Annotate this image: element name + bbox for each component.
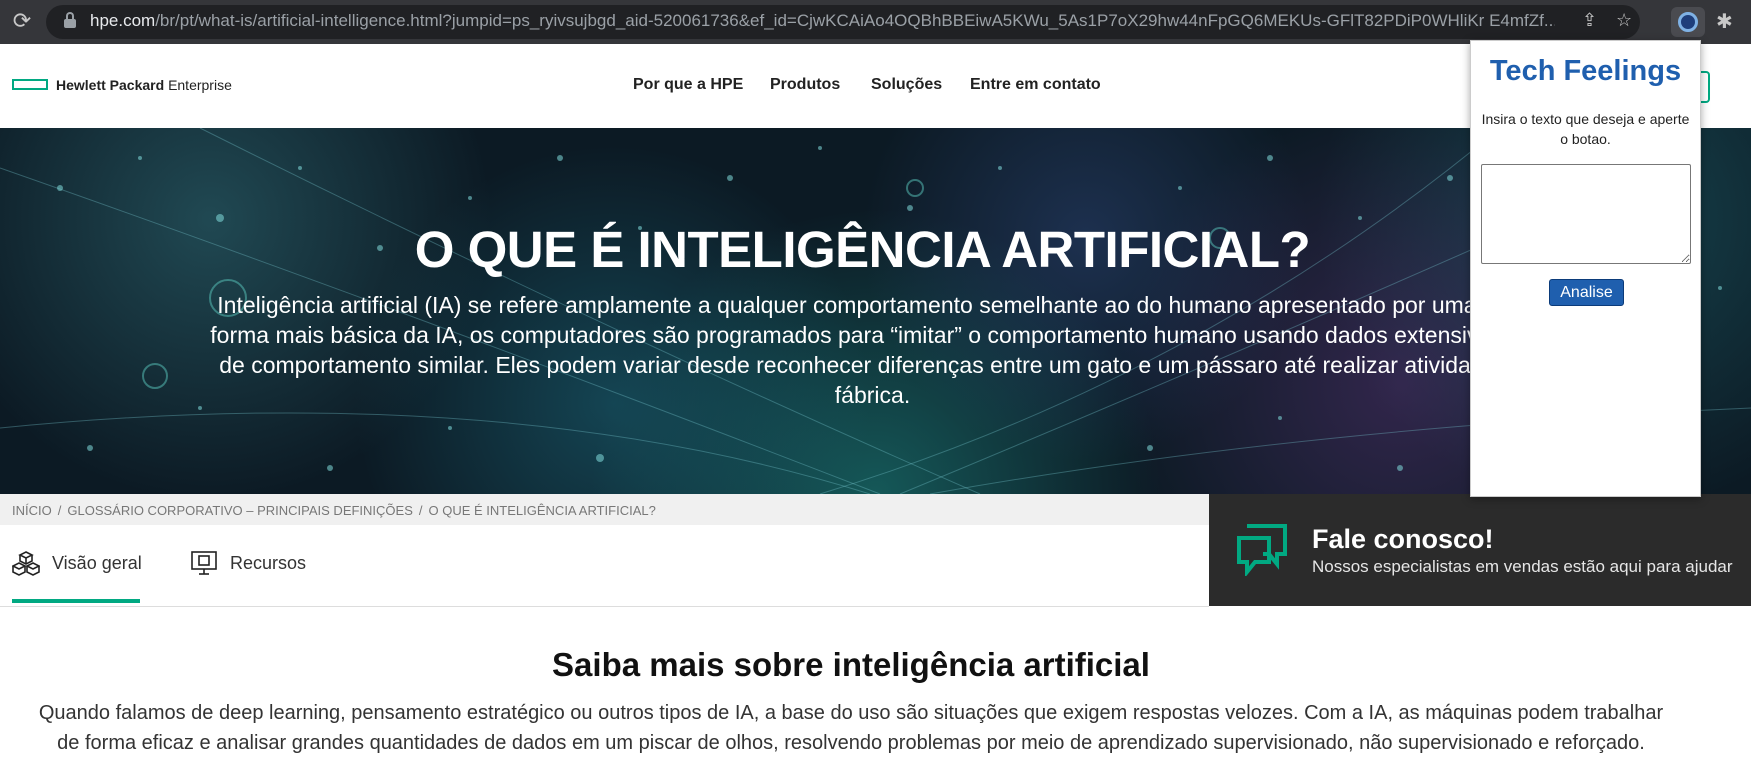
logo-light: Enterprise [168, 77, 232, 93]
section-body: Quando falamos de deep learning, pensame… [0, 698, 1702, 758]
breadcrumb: INÍCIO / GLOSSÁRIO CORPORATIVO – PRINCIPAI… [0, 494, 1209, 525]
reload-icon[interactable]: ⟳ [8, 8, 36, 36]
nav-solucoes[interactable]: Soluções [871, 76, 942, 94]
popup-instruction: Insira o texto que deseja e aperte o bot… [1481, 111, 1690, 147]
lock-icon[interactable] [64, 12, 76, 28]
tab-label: Visão geral [52, 553, 142, 573]
breadcrumb-separator: / [418, 503, 423, 518]
tab-label: Recursos [230, 553, 307, 573]
contact-banner[interactable]: Fale conosco! Nossos especialistas em ve… [1209, 494, 1751, 606]
breadcrumb-glossario[interactable]: GLOSSÁRIO CORPORATIVO – PRINCIPAIS DEFIN… [67, 503, 413, 518]
contact-subtitle: Nossos especialistas em vendas estão aqu… [1312, 557, 1733, 576]
breadcrumb-current: O QUE É INTELIGÊNCIA ARTIFICIAL? [428, 503, 656, 518]
share-icon[interactable]: ⇪ [1582, 10, 1597, 31]
browser-toolbar: ⟳ hpe.com/br/pt/what-is/artificial-intel… [0, 0, 1751, 44]
breadcrumb-inicio[interactable]: INÍCIO [12, 503, 52, 518]
hpe-logo-mark[interactable] [12, 79, 48, 90]
url-path: /br/pt/what-is/artificial-intelligence.h… [155, 11, 1555, 30]
star-icon[interactable]: ☆ [1616, 10, 1632, 31]
cubes-icon [12, 551, 40, 576]
nav-produtos[interactable]: Produtos [770, 76, 840, 94]
section-line: Quando falamos de deep learning, pensame… [38, 702, 1664, 724]
section-line: de forma eficaz e analisar grandes quant… [57, 732, 1645, 754]
chat-bubbles-icon [1237, 524, 1287, 576]
url-host: hpe.com [90, 11, 156, 30]
tech-feelings-extension-icon[interactable] [1671, 7, 1705, 37]
popup-text-input[interactable] [1481, 164, 1691, 264]
hero-title: O QUE É INTELIGÊNCIA ARTIFICIAL? [414, 221, 1311, 278]
contact-title: Fale conosco! [1312, 524, 1494, 554]
presentation-icon [191, 551, 217, 575]
page-tabs: Visão geral Recursos [0, 525, 1209, 607]
nav-entre-em-contato[interactable]: Entre em contato [970, 76, 1101, 94]
extension-popup: Tech Feelings Insira o texto que deseja … [1470, 40, 1701, 497]
logo-bold: Hewlett Packard [56, 77, 165, 93]
active-tab-indicator [12, 599, 140, 603]
section-title: Saiba mais sobre inteligência artificial [552, 646, 1150, 683]
hpe-logo-text[interactable]: Hewlett Packard Enterprise [56, 77, 232, 93]
analise-button[interactable]: Analise [1549, 279, 1624, 306]
url-text[interactable]: hpe.com/br/pt/what-is/artificial-intelli… [90, 11, 1555, 31]
extensions-puzzle-icon[interactable]: ✱ [1716, 9, 1733, 33]
popup-title: Tech Feelings [1489, 55, 1682, 87]
breadcrumb-separator: / [57, 503, 62, 518]
nav-por-que-hpe[interactable]: Por que a HPE [633, 76, 743, 94]
